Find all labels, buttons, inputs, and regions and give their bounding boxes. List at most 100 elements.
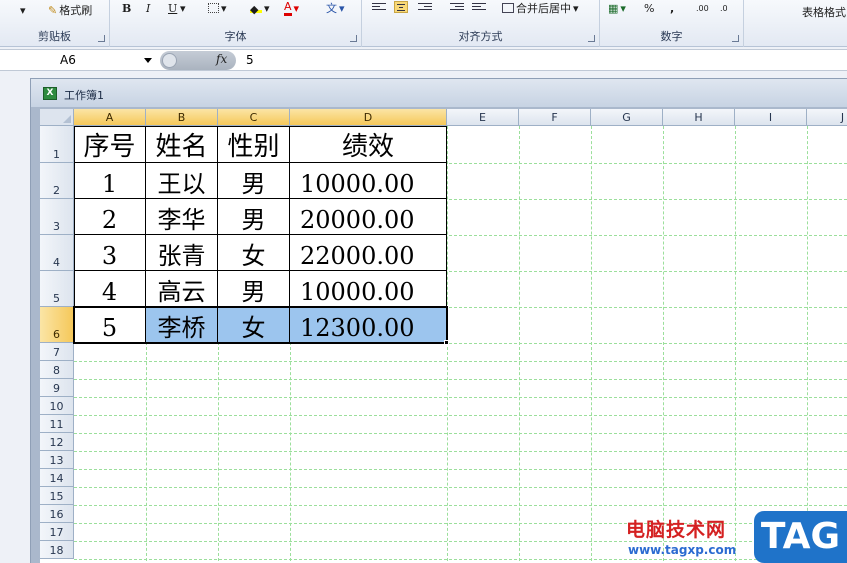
merge-center-button[interactable]: 合并后居中 ▾	[502, 0, 579, 16]
row-header-label: 14	[49, 472, 64, 485]
insert-function-button[interactable]: fx	[216, 52, 227, 66]
column-header-j[interactable]: J	[807, 109, 847, 126]
row-header-18[interactable]: 18	[40, 541, 74, 559]
row-header-3[interactable]: 3	[40, 199, 74, 235]
gridline-horizontal	[74, 379, 847, 380]
table-cell[interactable]: 男	[218, 163, 290, 199]
font-launcher-icon[interactable]	[350, 35, 357, 42]
paste-dropdown-arrow[interactable]: ▾	[20, 2, 26, 18]
row-header-12[interactable]: 12	[40, 433, 74, 451]
row-header-2[interactable]: 2	[40, 163, 74, 199]
row-header-label: 6	[53, 328, 60, 341]
currency-format-button[interactable]: ▦ ▾	[608, 0, 626, 16]
underline-button[interactable]: U	[168, 0, 177, 16]
row-header-label: 1	[53, 148, 60, 161]
column-header-a[interactable]: A	[74, 109, 146, 126]
row-header-14[interactable]: 14	[40, 469, 74, 487]
table-cell[interactable]: 女	[218, 235, 290, 271]
column-header-b[interactable]: B	[146, 109, 218, 126]
gridline-horizontal	[74, 433, 847, 434]
name-box[interactable]: A6	[0, 51, 158, 70]
border-icon	[208, 3, 219, 13]
increase-decimal-icon[interactable]: .00	[696, 0, 709, 16]
row-header-9[interactable]: 9	[40, 379, 74, 397]
fill-color-button[interactable]: ◆ ▾	[250, 0, 270, 16]
table-cell[interactable]: 李桥	[146, 307, 218, 343]
column-header-i[interactable]: I	[735, 109, 807, 126]
row-header-13[interactable]: 13	[40, 451, 74, 469]
table-cell[interactable]: 10000.00	[290, 163, 447, 199]
table-cell[interactable]: 10000.00	[290, 271, 447, 307]
table-header-cell[interactable]: 序号	[74, 126, 146, 163]
table-cell[interactable]: 男	[218, 199, 290, 235]
brush-icon: ✎	[48, 3, 58, 17]
table-cell[interactable]: 张青	[146, 235, 218, 271]
align-left-icon[interactable]	[372, 1, 386, 13]
formula-input[interactable]: 5	[246, 51, 254, 70]
increase-indent-icon[interactable]	[472, 1, 486, 13]
table-cell[interactable]: 1	[74, 163, 146, 199]
alignment-launcher-icon[interactable]	[588, 35, 595, 42]
column-header-h[interactable]: H	[663, 109, 735, 126]
table-cell[interactable]: 男	[218, 271, 290, 307]
gridline-vertical	[735, 126, 736, 563]
gridline-horizontal	[74, 469, 847, 470]
row-header-11[interactable]: 11	[40, 415, 74, 433]
row-header-15[interactable]: 15	[40, 487, 74, 505]
table-cell[interactable]: 2	[74, 199, 146, 235]
table-cell[interactable]: 女	[218, 307, 290, 343]
worksheet-grid[interactable]: A B C D E F G H I J 1 2 3 4 5 6 7 8 9 10 11 12 13 14 15 16 17 18 序号姓…	[40, 109, 847, 563]
table-cell[interactable]: 4	[74, 271, 146, 307]
excel-file-icon: X	[43, 87, 57, 100]
column-header-e[interactable]: E	[447, 109, 519, 126]
table-header-cell[interactable]: 性别	[218, 126, 290, 163]
underline-dropdown-arrow[interactable]: ▾	[180, 0, 186, 16]
clipboard-launcher-icon[interactable]	[98, 35, 105, 42]
row-header-6[interactable]: 6	[40, 307, 74, 343]
phonetic-button[interactable]: 文 ▾	[326, 0, 345, 16]
comma-button[interactable]: ,	[670, 0, 674, 16]
row-header-17[interactable]: 17	[40, 523, 74, 541]
row-header-4[interactable]: 4	[40, 235, 74, 271]
align-right-icon[interactable]	[418, 1, 432, 13]
ribbon: ▾ ✎ 格式刷 剪贴板 B I U ▾ ▾ ◆ ▾ A ▾ 文 ▾ 字体 合并后…	[0, 0, 847, 47]
column-header-f[interactable]: F	[519, 109, 591, 126]
table-cell[interactable]: 王以	[146, 163, 218, 199]
format-painter-button[interactable]: ✎ 格式刷	[48, 2, 92, 18]
column-header-d[interactable]: D	[290, 109, 447, 126]
table-cell[interactable]: 20000.00	[290, 199, 447, 235]
row-header-5[interactable]: 5	[40, 271, 74, 307]
table-header-cell[interactable]: 绩效	[290, 126, 447, 163]
expander-knob-icon	[162, 53, 177, 68]
fill-handle[interactable]	[444, 340, 449, 345]
border-button[interactable]: ▾	[208, 0, 227, 16]
row-header-1[interactable]: 1	[40, 126, 74, 163]
row-header-16[interactable]: 16	[40, 505, 74, 523]
decrease-decimal-icon[interactable]: .0	[720, 0, 728, 16]
italic-button[interactable]: I	[146, 0, 150, 16]
alignment-group-label: 对齐方式	[458, 30, 503, 43]
align-center-icon[interactable]	[394, 1, 408, 13]
row-header-10[interactable]: 10	[40, 397, 74, 415]
table-cell[interactable]: 高云	[146, 271, 218, 307]
select-all-button[interactable]	[40, 109, 74, 126]
column-header-c[interactable]: C	[218, 109, 290, 126]
table-cell[interactable]: 李华	[146, 199, 218, 235]
number-launcher-icon[interactable]	[732, 35, 739, 42]
table-format-button[interactable]: 表格格式	[802, 4, 846, 20]
column-header-g[interactable]: G	[591, 109, 663, 126]
row-header-label: 17	[49, 526, 64, 539]
table-cell[interactable]: 5	[74, 307, 146, 343]
decrease-indent-icon[interactable]	[450, 1, 464, 13]
gridline-horizontal	[74, 451, 847, 452]
chevron-down-icon[interactable]	[144, 58, 152, 63]
bold-button[interactable]: B	[122, 0, 131, 16]
font-color-button[interactable]: A ▾	[284, 0, 299, 16]
row-header-7[interactable]: 7	[40, 343, 74, 361]
table-cell[interactable]: 3	[74, 235, 146, 271]
percent-button[interactable]: %	[644, 0, 654, 16]
row-header-8[interactable]: 8	[40, 361, 74, 379]
table-header-cell[interactable]: 姓名	[146, 126, 218, 163]
table-cell[interactable]: 12300.00	[290, 307, 447, 343]
table-cell[interactable]: 22000.00	[290, 235, 447, 271]
